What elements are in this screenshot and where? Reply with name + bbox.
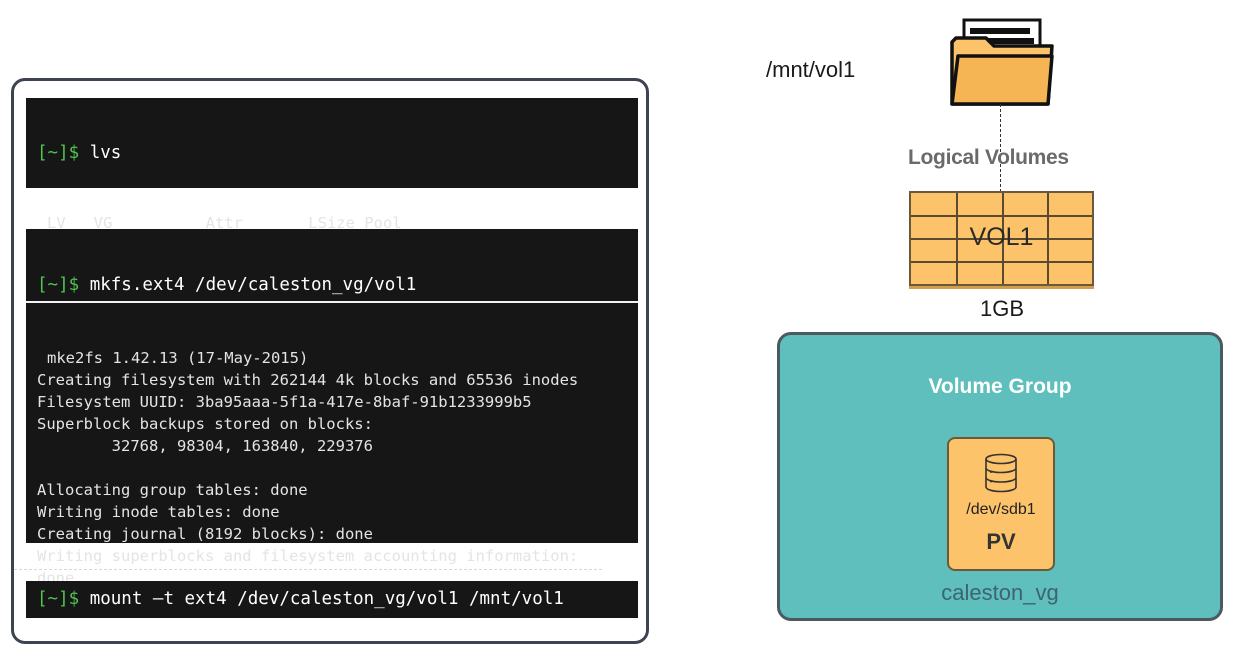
volume-group-box: Volume Group /dev/sdb1 PV caleston_vg (777, 332, 1223, 621)
logical-volumes-title: Logical Volumes (908, 146, 1069, 169)
volume-group-name: caleston_vg (941, 580, 1059, 605)
prompt: [~]$ (37, 143, 80, 163)
lvs-command: lvs (79, 143, 122, 163)
lvs-command-line: [~]$ lvs (37, 142, 638, 164)
database-icon (985, 453, 1017, 493)
mkfs-output-version: mke2fs 1.42.13 (17-May-2015) (47, 349, 309, 367)
volume-size: 1GB (979, 296, 1025, 321)
terminal-mkfs: [~]$ mkfs.ext4 /dev/caleston_vg/vol1 mke… (26, 229, 638, 587)
mkfs-output: mke2fs 1.42.13 (17-May-2015) Creating fil… (26, 341, 638, 589)
mkfs-output-body: Creating filesystem with 262144 4k block… (37, 371, 579, 587)
mount-command: mount –t ext4 /dev/caleston_vg/vol1 /mnt… (79, 589, 564, 609)
divider (14, 569, 602, 570)
prompt: [~]$ (37, 589, 80, 609)
terminal-lvs: [~]$ lvs LV VG Attr LSize Pool vol1 cale… (26, 98, 638, 253)
physical-volume-box: /dev/sdb1 PV (947, 437, 1055, 571)
pv-device-label: /dev/sdb1 (966, 501, 1036, 518)
volume-group-title: Volume Group (928, 375, 1072, 398)
terminal-panel: [~]$ lvs LV VG Attr LSize Pool vol1 cale… (11, 78, 649, 644)
mount-point-label: /mnt/vol1 (766, 57, 856, 82)
prompt: [~]$ (37, 275, 80, 295)
mkfs-command-line: [~]$ mkfs.ext4 /dev/caleston_vg/vol1 (26, 267, 638, 303)
volume-label: VOL1 (969, 223, 1034, 251)
folder-icon (950, 18, 1054, 106)
terminal-mount: [~]$ mount –t ext4 /dev/caleston_vg/vol1… (26, 581, 638, 618)
pv-label: PV (986, 529, 1016, 554)
mkfs-command: mkfs.ext4 /dev/caleston_vg/vol1 (79, 275, 417, 295)
